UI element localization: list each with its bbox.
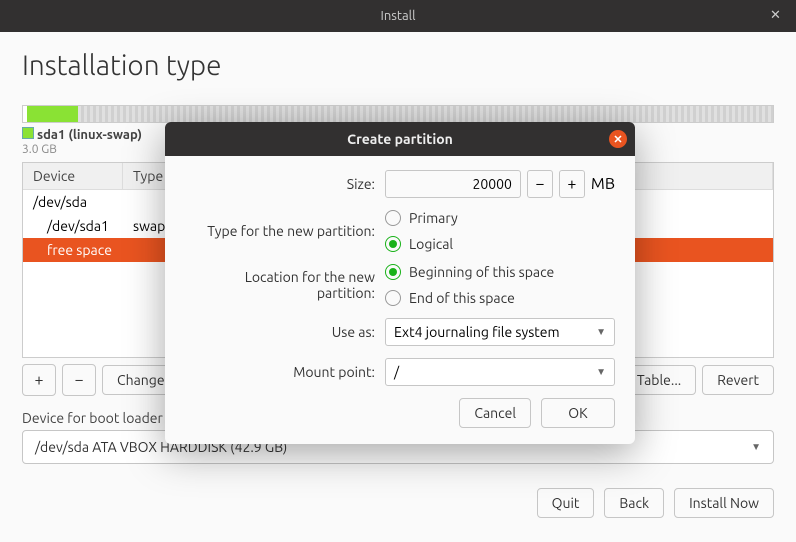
radio-beginning[interactable]: Beginning of this space <box>385 264 615 280</box>
use-as-select[interactable]: Ext4 journaling file system ▼ <box>385 318 615 346</box>
radio-icon <box>385 236 401 252</box>
ok-button[interactable]: OK <box>541 398 615 428</box>
create-partition-dialog: Create partition ✕ Size: 20000 − + MB Ty… <box>165 122 635 444</box>
size-increment-button[interactable]: + <box>559 170 585 198</box>
radio-icon <box>385 290 401 306</box>
dialog-overlay: Create partition ✕ Size: 20000 − + MB Ty… <box>0 0 796 542</box>
radio-icon <box>385 264 401 280</box>
size-decrement-button[interactable]: − <box>527 170 553 198</box>
use-as-label: Use as: <box>185 324 385 340</box>
cancel-button[interactable]: Cancel <box>459 398 531 428</box>
size-label: Size: <box>185 176 385 192</box>
partition-location-label: Location for the new partition: <box>185 269 385 301</box>
chevron-down-icon: ▼ <box>596 326 606 338</box>
dialog-close-icon[interactable]: ✕ <box>609 130 627 148</box>
radio-logical[interactable]: Logical <box>385 236 615 252</box>
mount-point-select[interactable]: / ▼ <box>385 358 615 386</box>
size-input[interactable]: 20000 <box>385 170 521 198</box>
partition-type-label: Type for the new partition: <box>185 223 385 239</box>
size-unit: MB <box>591 175 615 193</box>
radio-primary[interactable]: Primary <box>385 210 615 226</box>
mount-point-label: Mount point: <box>185 364 385 380</box>
chevron-down-icon: ▼ <box>596 366 606 378</box>
radio-end[interactable]: End of this space <box>385 290 615 306</box>
dialog-titlebar: Create partition ✕ <box>165 122 635 156</box>
radio-icon <box>385 210 401 226</box>
dialog-title: Create partition <box>347 131 453 147</box>
